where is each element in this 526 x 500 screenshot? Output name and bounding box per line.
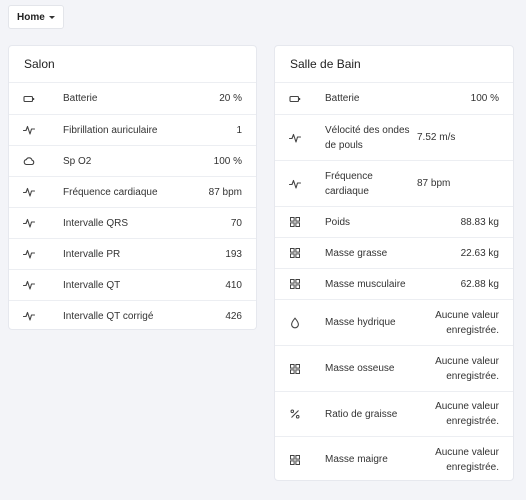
pulse-icon (289, 132, 301, 144)
metric-row: Fibrillation auriculaire 1 (9, 114, 256, 145)
metric-label: Intervalle PR (63, 248, 121, 260)
metric-label: Intervalle QT corrigé (63, 310, 154, 322)
metric-row: Batterie 100 % (275, 83, 513, 114)
metric-row: Intervalle QRS 70 (9, 207, 256, 238)
metric-row: Fréquence cardiaque 87 bpm (9, 176, 256, 207)
metric-row: Vélocité des ondes de pouls 7.52 m/s (275, 114, 513, 160)
metric-row: Masse maigre Aucune valeur enregistrée. (275, 436, 513, 482)
grid-icon (289, 278, 301, 290)
pulse-icon (23, 279, 35, 291)
metric-value: 88.83 kg (460, 216, 499, 228)
metric-value: 1 (236, 124, 242, 136)
home-dropdown-button[interactable]: Home (8, 5, 64, 29)
metric-value: 193 (225, 248, 242, 260)
pulse-icon (23, 248, 35, 260)
pulse-icon (23, 310, 35, 322)
grid-icon (289, 454, 301, 466)
battery-icon (289, 93, 301, 105)
caret-down-icon (48, 15, 55, 19)
metric-row: Masse musculaire 62.88 kg (275, 268, 513, 299)
cloud-icon (23, 155, 35, 167)
metric-value: 87 bpm (417, 178, 451, 189)
metric-label: Poids (325, 216, 351, 228)
metric-value: Aucune valeur enregistrée. (435, 401, 499, 427)
grid-icon (289, 216, 301, 228)
metric-label: Masse grasse (325, 247, 388, 259)
metric-value: 87 bpm (208, 186, 242, 198)
home-label: Home (17, 11, 45, 23)
metric-label: Masse maigre (325, 454, 388, 465)
metric-value: Aucune valeur enregistrée. (435, 355, 499, 382)
metric-label: Batterie (63, 93, 98, 104)
metric-value: 62.88 kg (460, 278, 499, 290)
grid-icon (289, 247, 301, 259)
metric-label: Ratio de graisse (325, 408, 398, 420)
metric-label: Masse musculaire (325, 278, 406, 290)
percent-icon (289, 408, 301, 420)
metric-row: Batterie 20 % (9, 83, 256, 114)
metric-label: Vélocité des ondes de pouls (325, 124, 410, 151)
metric-label: Intervalle QRS (63, 217, 129, 229)
metric-value: 100 % (213, 155, 242, 167)
metric-label: Masse osseuse (325, 363, 395, 374)
metric-label: Sp O2 (63, 155, 92, 167)
metric-row: Fréquence cardiaque 87 bpm (275, 160, 513, 206)
metric-label: Fréquence cardiaque (325, 170, 373, 197)
metric-row: Intervalle PR 193 (9, 238, 256, 269)
metric-label: Fibrillation auriculaire (63, 124, 158, 136)
metric-label: Fréquence cardiaque (63, 186, 158, 198)
metric-row: Masse osseuse Aucune valeur enregistrée. (275, 345, 513, 391)
metric-row: Sp O2 100 % (9, 145, 256, 176)
metric-value: 7.52 m/s (417, 132, 456, 143)
metric-value: 20 % (219, 93, 242, 104)
metric-label: Masse hydrique (325, 317, 396, 328)
metric-row: Intervalle QT 410 (9, 269, 256, 300)
metric-value: 22.63 kg (460, 247, 499, 259)
metric-label: Batterie (325, 93, 360, 104)
grid-icon (289, 363, 301, 375)
metric-row: Poids 88.83 kg (275, 206, 513, 237)
battery-icon (23, 93, 35, 105)
card-title: Salon (9, 46, 256, 83)
metric-value: 410 (225, 279, 242, 291)
device-card-salon: Salon Batterie 20 % Fibrillation auriculai… (8, 45, 257, 330)
metric-row: Masse hydrique Aucune valeur enregistrée. (275, 299, 513, 345)
pulse-icon (23, 124, 35, 136)
card-title: Salle de Bain (275, 46, 513, 83)
device-card-salle-de-bain: Salle de Bain Batterie 100 % Vélocité des … (274, 45, 514, 481)
metric-row: Ratio de graisse Aucune valeur enregistré… (275, 391, 513, 436)
metric-row: Masse grasse 22.63 kg (275, 237, 513, 268)
pulse-icon (23, 217, 35, 229)
metric-label: Intervalle QT (63, 279, 121, 291)
metric-value: 100 % (470, 93, 499, 104)
metric-value: 426 (225, 310, 242, 322)
metric-value: Aucune valeur enregistrée. (435, 446, 499, 473)
pulse-icon (23, 186, 35, 198)
pulse-icon (289, 178, 301, 190)
droplet-icon (289, 316, 301, 329)
metric-value: Aucune valeur enregistrée. (435, 309, 499, 336)
metric-row: Intervalle QT corrigé 426 (9, 300, 256, 331)
metric-value: 70 (230, 217, 242, 229)
